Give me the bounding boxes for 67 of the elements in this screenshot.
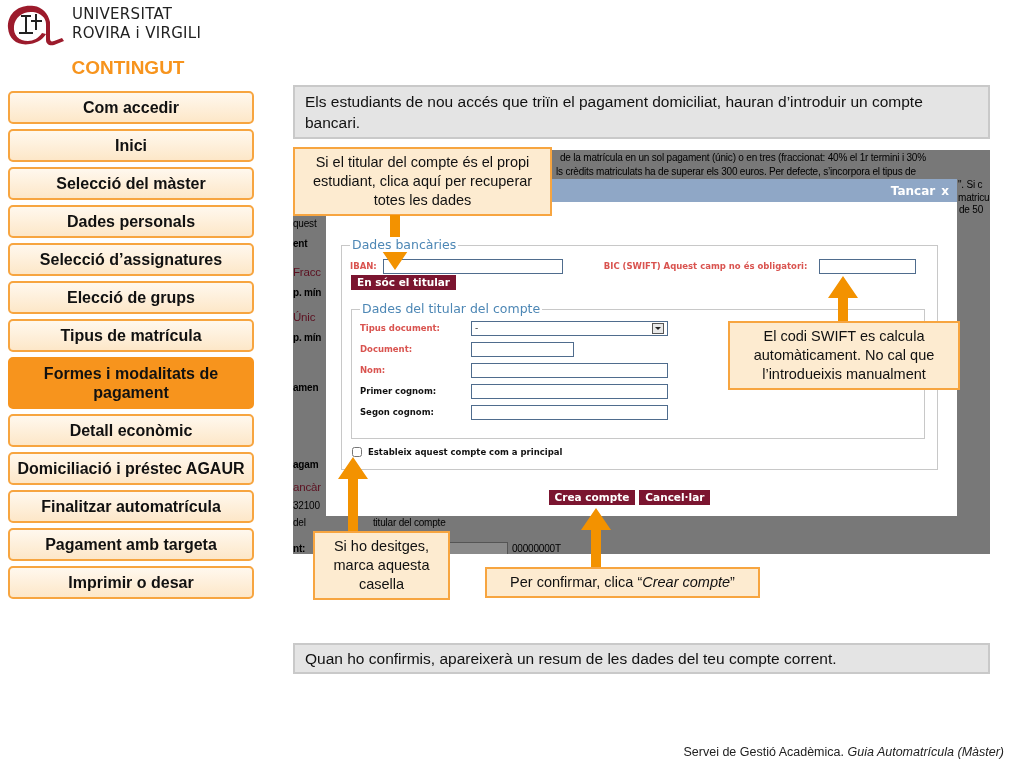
sidebar-item[interactable]: Formes i modalitats de pagament [8,356,254,409]
field-label: IBAN: [350,260,377,273]
callout-text: Si ho desitges, marca aquesta casella [313,531,450,600]
input-field[interactable] [819,259,917,274]
background-text: titular del compte [373,517,446,528]
holder-button[interactable]: En sóc el titular [351,275,456,290]
callout-arrow [581,508,611,567]
background-text: de 50 [959,204,984,215]
input-field[interactable] [471,362,668,378]
input-field[interactable] [471,404,668,420]
sidebar-item[interactable]: Elecció de grups [8,280,254,314]
select-value: - [475,321,479,335]
sidebar-item[interactable]: Tipus de matrícula [8,318,254,352]
sidebar-item[interactable]: Dades personals [8,204,254,238]
background-text: Fracc [293,267,321,278]
sidebar-title: CONTINGUT [70,56,186,80]
background-text: 32100 [293,500,320,511]
summary-text: Quan ho confirmis, apareixerà un resum de les dades del teu compte corrent. [293,643,990,674]
background-text: quest [293,218,317,229]
checkbox-label: Estableix aquest compte com a principal [368,445,563,459]
background-text: ancàr [293,482,321,493]
background-text: ls crèdits matriculats ha de superar els 300 euros. Per defecte, s’incorpora el tipus de [556,166,916,177]
field-label: Document: [360,342,414,356]
sidebar-item[interactable]: Imprimir o desar [8,565,254,599]
create-button[interactable]: Crea compte [548,490,636,505]
input-field[interactable] [471,383,668,399]
background-text: 00000000T [512,543,561,554]
sidebar-item[interactable]: Inici [8,128,254,162]
callout-text: Si el titular del compte és el propi estudiant, clica aquí per recuperar totes les dades [293,147,552,216]
input-field[interactable] [471,341,574,357]
background-text: del [293,517,306,528]
background-text: p. mín [293,332,322,343]
fieldset-legend: Dades bancàries [350,237,459,252]
background-text: Únic [293,312,316,323]
background-text: nt: [293,543,306,554]
cancel-button[interactable]: Cancel·lar [639,490,711,505]
field-label: BIC (SWIFT) Aquest camp no és obligatori: [603,260,808,273]
callout-text: Per confirmar, clica “Crear compte” [485,567,760,598]
callout-arrow [828,276,858,321]
field-label: Tipus document: [360,321,441,335]
sidebar-item[interactable]: Finalitzar automatrícula [8,489,254,523]
sidebar-item[interactable]: Pagament amb targeta [8,527,254,561]
input-field[interactable] [382,259,563,274]
fieldset-legend: Dades del titular del compte [360,300,543,316]
checkbox[interactable] [352,447,362,458]
field-label: Segon cognom: [360,405,435,419]
background-text: matricu [958,192,990,203]
background-text: agam [293,459,319,470]
background-text: ent [293,238,308,249]
background-text: ". Si c [958,179,983,190]
dropdown-icon[interactable] [652,322,664,334]
callout-text: El codi SWIFT es calcula automàticament. No cal que l’introdueixis manualment [728,321,960,390]
background-text: p. mín [293,287,322,298]
select-field[interactable]: - [471,320,668,336]
background-text: amen [293,382,319,393]
intro-text: Els estudiants de nou accés que triïn el pagament domiciliat, hauran d’introduir un compte bancari. [293,85,990,139]
footer-text: Servei de Gestió Acadèmica. Guia Automatrícula (Màster) [683,744,1004,761]
sidebar-item[interactable]: Detall econòmic [8,413,254,447]
sidebar-item[interactable]: Selecció del màster [8,166,254,200]
background-text: de la matrícula en un sol pagament (únic) o en tres (fraccionat: 40% el 1r termini i 30% [560,152,926,163]
sidebar-item[interactable]: Com accedir [8,90,254,124]
field-label: Nom: [360,363,387,377]
field-label: Primer cognom: [360,384,438,398]
logo-text: ROVIRA i VIRGILI [72,24,202,43]
logo-text: UNIVERSITAT [72,5,174,24]
sidebar-item[interactable]: Domiciliació i préstec AGAUR [8,451,254,485]
sidebar-item[interactable]: Selecció d’assignatures [8,242,254,276]
